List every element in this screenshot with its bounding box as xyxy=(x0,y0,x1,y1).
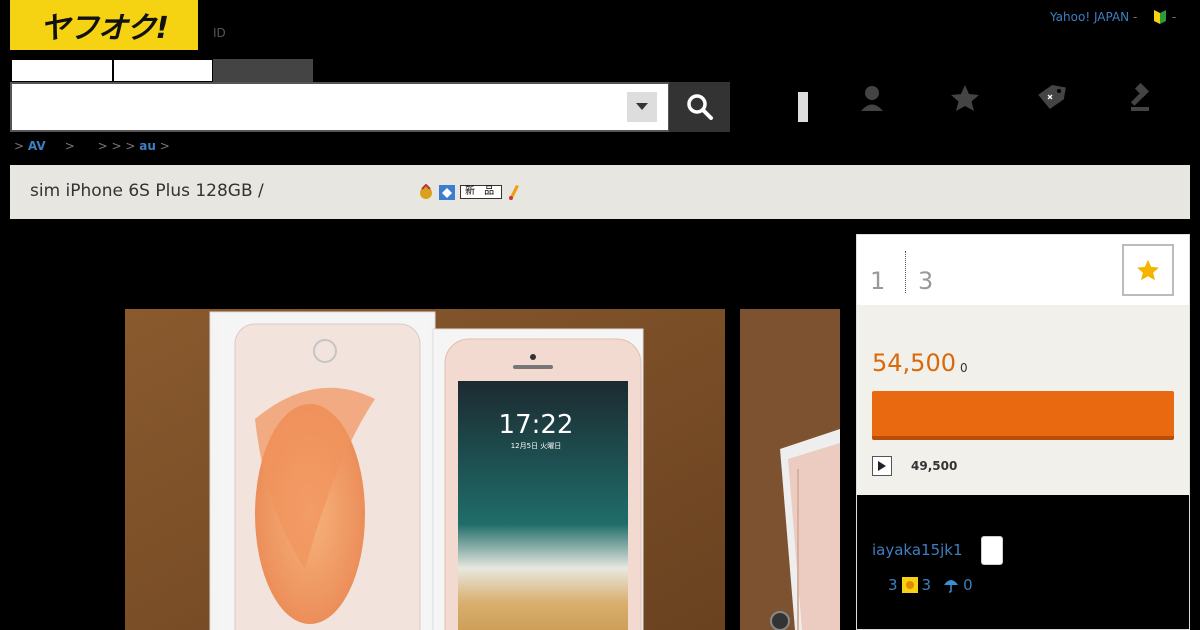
seller-name-link[interactable]: iayaka15jk1 xyxy=(872,541,963,559)
category-dropdown[interactable] xyxy=(627,92,657,122)
yahoo-japan-link[interactable]: Yahoo! JAPAN - xyxy=(1050,10,1137,24)
search-icon xyxy=(686,94,713,120)
title-icons: 新 品 xyxy=(418,184,521,200)
breadcrumb-item-av[interactable]: AV xyxy=(28,139,46,153)
product-photo-second[interactable] xyxy=(740,309,840,630)
star-icon xyxy=(951,85,979,111)
my-auction-button[interactable] xyxy=(854,80,890,116)
yahoo-japan-label: Yahoo! JAPAN xyxy=(1050,10,1130,24)
rating-bad: 0 xyxy=(963,576,973,594)
beginner-mark-icon[interactable] xyxy=(1153,9,1167,25)
id-label[interactable]: ID xyxy=(213,26,226,40)
watch-count: 3 xyxy=(918,267,934,295)
breadcrumb-sep: > xyxy=(155,139,170,153)
bid-count[interactable]: 1 xyxy=(870,267,885,295)
seller-badge xyxy=(981,536,1003,565)
search-box xyxy=(10,82,670,132)
buy-now-price: 49,500 xyxy=(911,459,958,473)
coupon-button[interactable] xyxy=(1034,80,1070,116)
rating-good: 3 xyxy=(921,576,932,594)
gavel-icon xyxy=(1130,83,1150,111)
header-dash: - xyxy=(1172,10,1177,24)
logo-text: ヤフオク! xyxy=(39,11,169,46)
clock-time: 17:22 xyxy=(499,410,574,440)
umbrella-icon xyxy=(944,580,959,593)
iphone-photo-image: 17:22 12月5日 火曜日 xyxy=(125,309,725,630)
add-to-watchlist-button[interactable] xyxy=(1122,244,1174,296)
tag-icon xyxy=(1038,85,1066,109)
iphone-back-photo-image xyxy=(740,309,840,630)
rating-total: 3 xyxy=(888,576,898,594)
sell-button[interactable] xyxy=(1124,80,1160,116)
hot-icon xyxy=(420,184,432,199)
yahuoku-logo[interactable]: ヤフオク! xyxy=(10,0,198,50)
user-icon xyxy=(861,86,883,111)
new-item-badge: 新 品 xyxy=(460,185,503,199)
search-tab-3[interactable] xyxy=(213,59,313,82)
breadcrumb-sep: > xyxy=(14,139,28,153)
shipping-icon xyxy=(439,184,455,200)
product-photo-main[interactable]: 17:22 12月5日 火曜日 xyxy=(125,309,725,630)
current-price: 54,500 xyxy=(872,349,956,377)
separator: - xyxy=(1132,10,1138,24)
flag-icon xyxy=(509,185,520,200)
bid-button[interactable] xyxy=(872,391,1174,440)
breadcrumb-item-au[interactable]: au xyxy=(139,139,156,153)
buy-now-toggle[interactable] xyxy=(872,456,892,476)
search-tab-2[interactable] xyxy=(113,59,213,82)
clock-date: 12月5日 火曜日 xyxy=(511,442,562,450)
play-icon xyxy=(878,461,886,471)
search-tab-1[interactable] xyxy=(11,59,113,82)
sun-icon xyxy=(901,577,918,593)
seller-ratings[interactable]: 3 3 0 xyxy=(888,576,973,594)
breadcrumb-sep: > > > > xyxy=(45,139,140,153)
chevron-down-icon xyxy=(636,103,648,110)
counts-divider xyxy=(905,251,906,293)
breadcrumb: > AV > > > > au > xyxy=(14,139,170,153)
nav-bar-item[interactable] xyxy=(798,92,808,122)
price-tax-note: 0 xyxy=(960,361,968,375)
search-button[interactable] xyxy=(669,82,730,132)
star-icon xyxy=(1137,259,1159,281)
watchlist-button[interactable] xyxy=(947,80,983,116)
listing-title: sim iPhone 6S Plus 128GB / xyxy=(30,181,264,201)
search-input[interactable] xyxy=(16,92,616,122)
